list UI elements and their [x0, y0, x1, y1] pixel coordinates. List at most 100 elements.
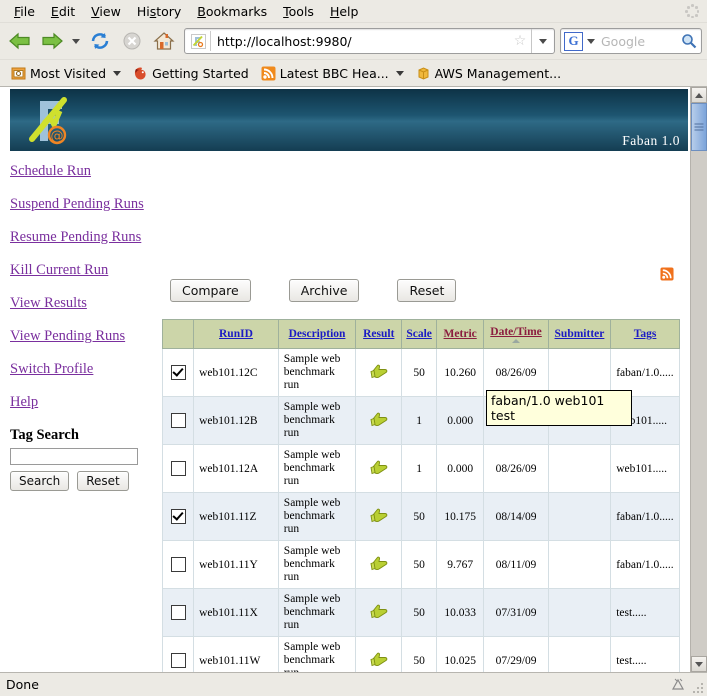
table-row[interactable]: web101.11X Sample web benchmark run 50 10.0… — [161, 588, 680, 637]
google-engine-icon[interactable]: G — [564, 31, 583, 51]
reload-button[interactable] — [85, 26, 115, 56]
row-checkbox-cell[interactable] — [161, 540, 195, 589]
table-row[interactable]: web101.12A Sample web benchmark run 1 0.000… — [161, 444, 680, 493]
sidebar-item-kill-current-run[interactable]: Kill Current Run — [10, 262, 150, 279]
stop-button[interactable] — [117, 26, 147, 56]
col-header-metric[interactable]: Metric — [435, 319, 485, 349]
cell-scale: 50 — [401, 588, 437, 637]
cell-description: Sample web benchmark run — [277, 540, 357, 589]
archive-button[interactable]: Archive — [288, 279, 360, 302]
row-checkbox-cell[interactable] — [161, 348, 195, 397]
chevron-down-icon[interactable] — [395, 70, 404, 76]
chevron-down-icon[interactable] — [113, 70, 122, 76]
menu-item-file[interactable]: File — [6, 2, 43, 21]
col-header-result[interactable]: Result — [355, 319, 403, 349]
bookmark-getting-started[interactable]: Getting Started — [128, 64, 254, 83]
sidebar-item-schedule-run[interactable]: Schedule Run — [10, 163, 150, 180]
col-header-scale[interactable]: Scale — [401, 319, 437, 349]
cell-description: Sample web benchmark run — [277, 588, 357, 637]
home-button[interactable] — [149, 26, 179, 56]
col-header-runid[interactable]: RunID — [193, 319, 279, 349]
row-checkbox-cell[interactable] — [161, 444, 195, 493]
scroll-down-button[interactable] — [691, 656, 707, 672]
forward-arrow-icon — [42, 32, 63, 50]
bookmark-star-icon[interactable]: ☆ — [511, 33, 529, 49]
cell-description: Sample web benchmark run — [277, 492, 357, 541]
status-text: Done — [6, 677, 39, 692]
menu-item-edit[interactable]: Edit — [43, 2, 83, 21]
cell-result — [355, 444, 403, 493]
row-checkbox[interactable] — [170, 557, 186, 572]
row-checkbox[interactable] — [170, 653, 186, 668]
search-input[interactable]: Google — [598, 34, 677, 49]
row-checkbox-cell[interactable] — [161, 492, 195, 541]
sidebar-item-suspend-pending-runs[interactable]: Suspend Pending Runs — [10, 196, 150, 213]
throbber-icon — [685, 4, 699, 18]
col-header-submitter[interactable]: Submitter — [547, 319, 612, 349]
page-scrollbar[interactable] — [690, 87, 707, 672]
menu-item-help[interactable]: Help — [322, 2, 367, 21]
col-header-tags[interactable]: Tags — [610, 319, 680, 349]
history-dropdown-icon[interactable] — [69, 27, 83, 55]
table-row[interactable]: web101.11WSample web benchmark run 5010.0… — [161, 636, 680, 672]
menu-item-tools[interactable]: Tools — [275, 2, 322, 21]
faban-version: Faban 1.0 — [622, 133, 680, 148]
tag-search-reset-button[interactable]: Reset — [77, 471, 129, 491]
row-checkbox-cell[interactable] — [161, 588, 195, 637]
table-row[interactable]: web101.11Y Sample web benchmark run 50 9.76… — [161, 540, 680, 589]
row-checkbox[interactable] — [170, 461, 186, 476]
search-bar[interactable]: G Google — [560, 28, 702, 54]
table-row[interactable]: web101.11Z Sample web benchmark run 50 10.1… — [161, 492, 680, 541]
col-header-check — [161, 319, 195, 349]
row-checkbox-cell[interactable] — [161, 636, 195, 672]
col-header-date[interactable]: Date/Time — [483, 319, 549, 349]
sidebar-item-view-pending-runs[interactable]: View Pending Runs — [10, 328, 150, 345]
results-table-wrap: RunID Description Result Scale Metric Da… — [161, 319, 680, 672]
tag-search-button[interactable]: Search — [10, 471, 70, 491]
resize-grip-icon[interactable] — [692, 682, 704, 694]
thumbs-up-icon — [370, 508, 388, 523]
search-icon[interactable] — [677, 33, 701, 49]
tag-search-section: Tag Search Search Reset — [10, 427, 150, 491]
menu-item-bookmarks[interactable]: Bookmarks — [189, 2, 275, 21]
url-text[interactable]: http://localhost:9980/ — [211, 34, 511, 49]
thumbs-up-icon — [370, 556, 388, 571]
cell-date: 08/11/09 — [483, 540, 549, 589]
tag-search-input[interactable] — [10, 448, 138, 465]
scrollbar-thumb[interactable] — [691, 103, 707, 151]
row-checkbox[interactable] — [170, 365, 186, 380]
compare-button[interactable]: Compare — [170, 279, 251, 302]
faban-banner: @ Faban 1.0 — [2, 89, 688, 151]
sidebar-item-resume-pending-runs[interactable]: Resume Pending Runs — [10, 229, 150, 246]
sidebar-item-view-results[interactable]: View Results — [10, 295, 150, 312]
bookmark-most-visited[interactable]: Most Visited — [6, 64, 126, 83]
reset-button[interactable]: Reset — [397, 279, 457, 302]
forward-button[interactable] — [37, 26, 67, 56]
row-checkbox[interactable] — [170, 509, 186, 524]
row-checkbox-cell[interactable] — [161, 396, 195, 445]
stop-icon — [123, 32, 141, 50]
address-bar[interactable]: http://localhost:9980/ ☆ — [184, 28, 555, 54]
menu-item-view[interactable]: View — [83, 2, 129, 21]
row-checkbox[interactable] — [170, 413, 186, 428]
menu-item-history[interactable]: History — [129, 2, 189, 21]
bookmark-latest-bbc[interactable]: Latest BBC Hea... — [256, 64, 409, 83]
sidebar-item-switch-profile[interactable]: Switch Profile — [10, 361, 150, 378]
search-engine-dropdown-icon[interactable] — [584, 39, 598, 44]
cell-description: Sample web benchmark run — [277, 444, 357, 493]
scrollbar-track[interactable] — [691, 103, 707, 656]
sidebar-item-help[interactable]: Help — [10, 394, 150, 411]
rss-icon — [261, 66, 276, 81]
home-icon — [153, 32, 175, 50]
cell-scale: 50 — [401, 492, 437, 541]
cell-metric: 10.025 — [435, 636, 485, 672]
col-header-description[interactable]: Description — [277, 319, 357, 349]
rss-feed-icon[interactable] — [660, 267, 674, 281]
cell-description: Sample web benchmark run — [277, 396, 357, 445]
back-button[interactable] — [5, 26, 35, 56]
row-checkbox[interactable] — [170, 605, 186, 620]
address-dropdown-icon[interactable] — [531, 29, 554, 53]
reload-icon — [91, 33, 109, 49]
scroll-up-button[interactable] — [691, 87, 707, 103]
bookmark-aws-management[interactable]: AWS Management... — [411, 64, 566, 83]
